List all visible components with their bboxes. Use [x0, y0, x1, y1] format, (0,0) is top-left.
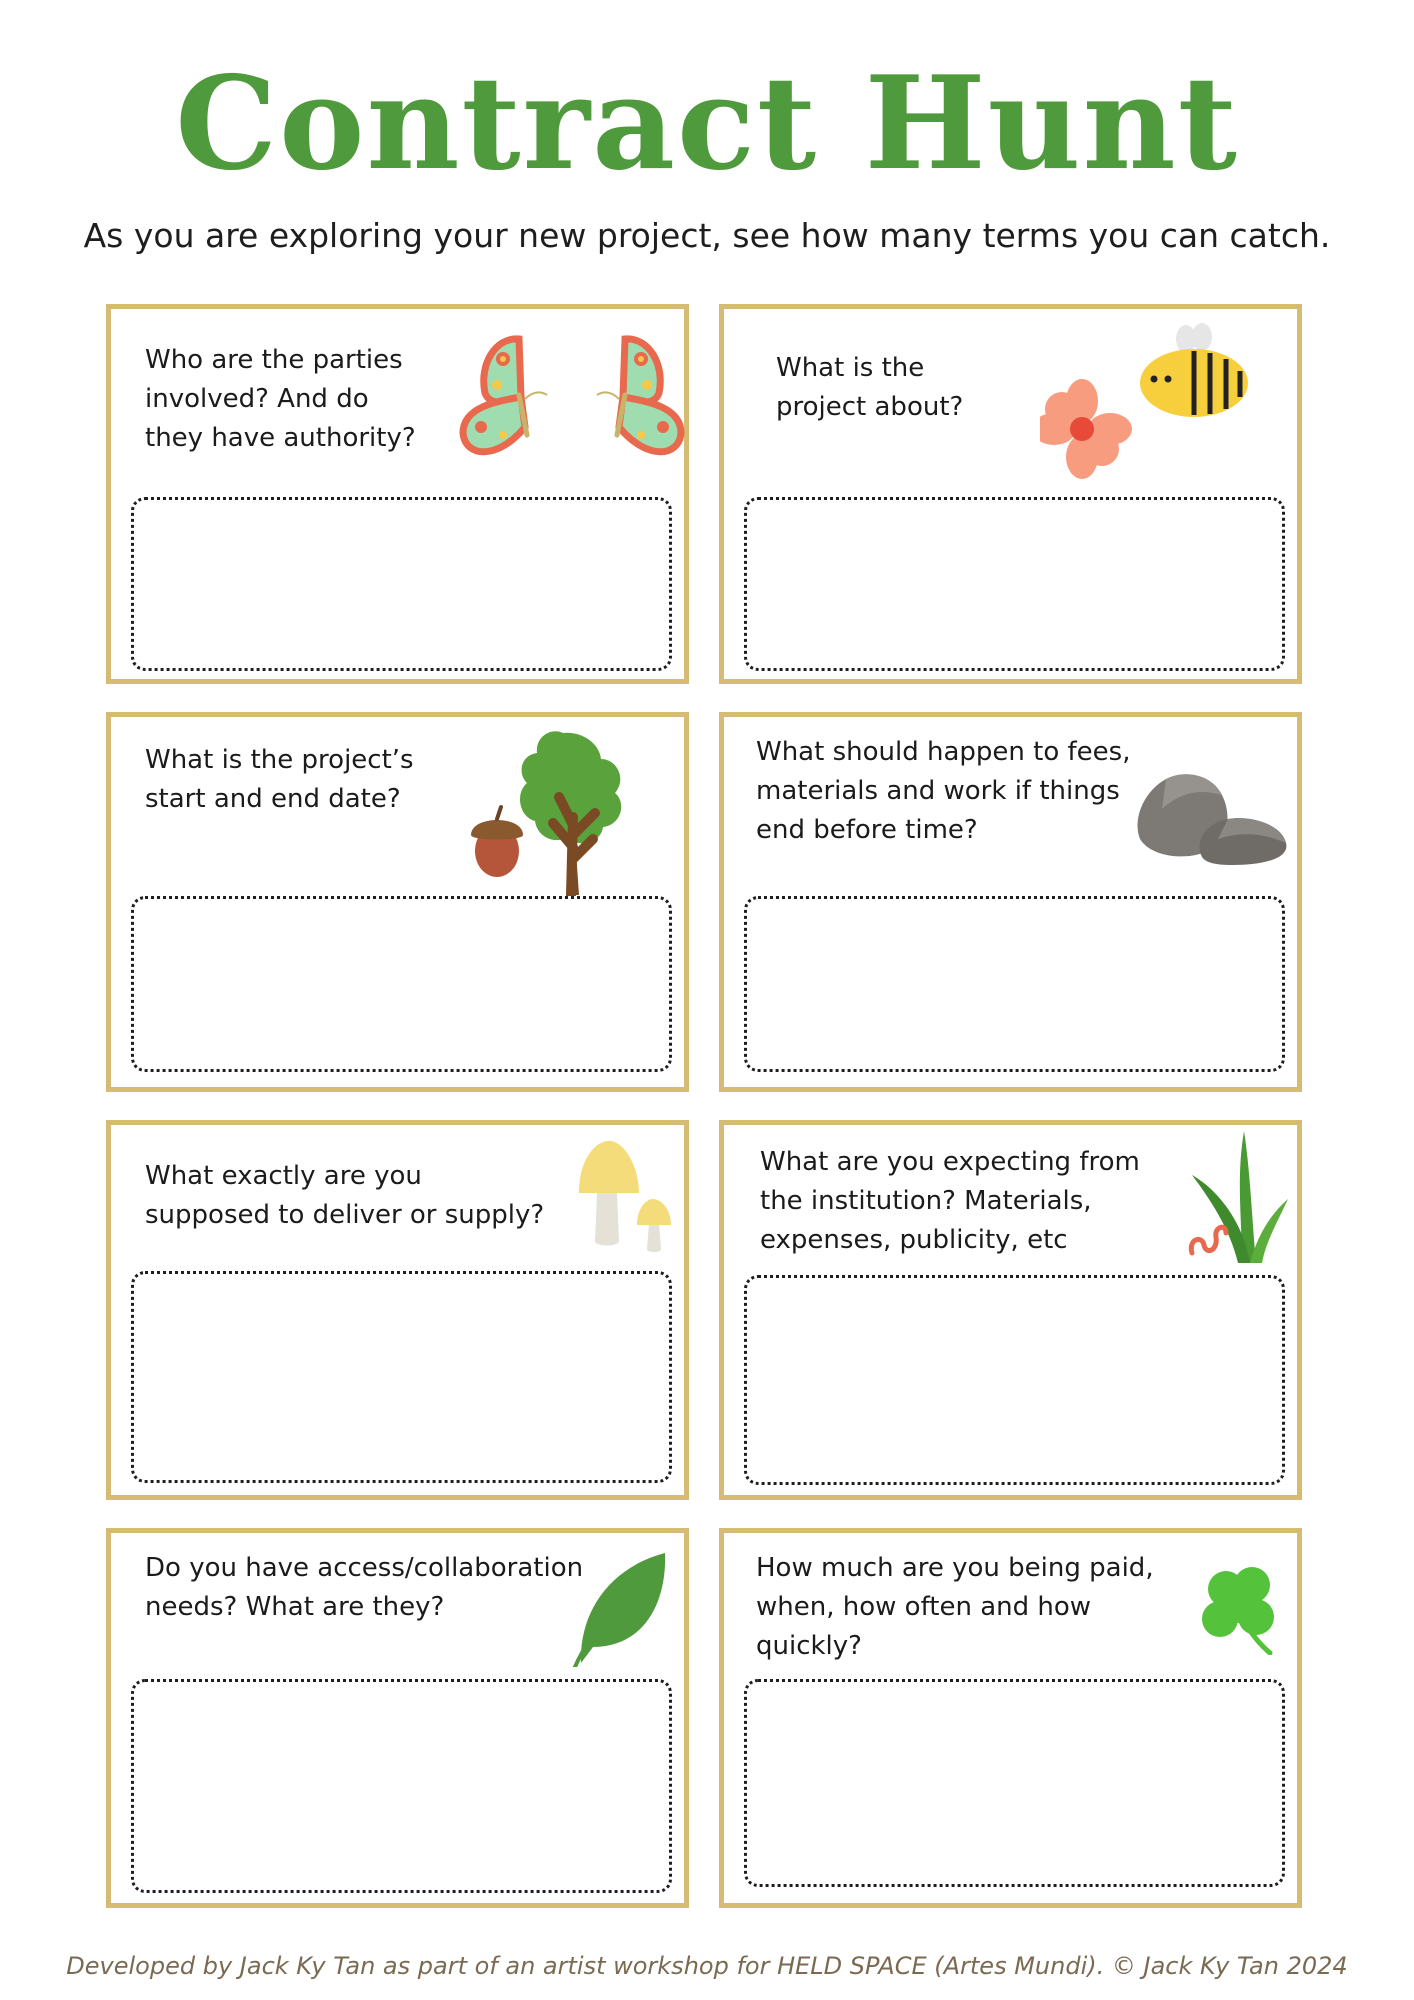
- card-question: Do you have access/collaboration needs? …: [145, 1553, 584, 1622]
- answer-box[interactable]: [744, 896, 1285, 1072]
- card-early-end: What should happen to fees, materials an…: [719, 712, 1302, 1092]
- answer-box[interactable]: [744, 1275, 1285, 1485]
- answer-box[interactable]: [131, 497, 672, 671]
- card-institution: What are you expecting from the institut…: [719, 1120, 1302, 1500]
- answer-box[interactable]: [744, 497, 1285, 671]
- answer-box[interactable]: [131, 1271, 672, 1483]
- rocks-icon: [1137, 774, 1287, 865]
- clover-icon: [1202, 1567, 1274, 1655]
- card-access-needs: Do you have access/collaboration needs? …: [106, 1528, 689, 1908]
- card-payment: How much are you being paid, when, how o…: [719, 1528, 1302, 1908]
- card-question: What are you expecting from the institut…: [760, 1147, 1140, 1255]
- leaf-icon: [573, 1553, 666, 1667]
- card-deliverables: What exactly are you supposed to deliver…: [106, 1120, 689, 1500]
- mushrooms-icon: [579, 1140, 671, 1252]
- answer-box[interactable]: [131, 896, 672, 1072]
- page-subtitle: As you are exploring your new project, s…: [83, 216, 1331, 255]
- card-question: What is the project about?: [776, 353, 964, 422]
- card-question: Who are the parties involved? And do the…: [145, 345, 416, 453]
- card-dates: What is the project’s start and end date…: [106, 712, 689, 1092]
- card-question: What should happen to fees, materials an…: [756, 737, 1131, 845]
- page-title: Contract Hunt: [175, 49, 1239, 199]
- card-project-about: What is the project about?: [719, 304, 1302, 684]
- footer-credit: Developed by Jack Ky Tan as part of an a…: [66, 1952, 1348, 1980]
- card-parties: Who are the parties involved? And do the…: [106, 304, 689, 684]
- acorn-and-tree-icon: [471, 731, 622, 897]
- card-question: What exactly are you supposed to deliver…: [145, 1161, 545, 1230]
- grass-and-worm-icon: [1188, 1131, 1288, 1263]
- card-question: What is the project’s start and end date…: [145, 745, 414, 814]
- answer-box[interactable]: [131, 1679, 672, 1893]
- answer-box[interactable]: [744, 1679, 1285, 1887]
- butterflies-icon: [459, 335, 685, 456]
- card-question: How much are you being paid, when, how o…: [756, 1553, 1154, 1661]
- flower-and-bee-icon: [1040, 323, 1248, 479]
